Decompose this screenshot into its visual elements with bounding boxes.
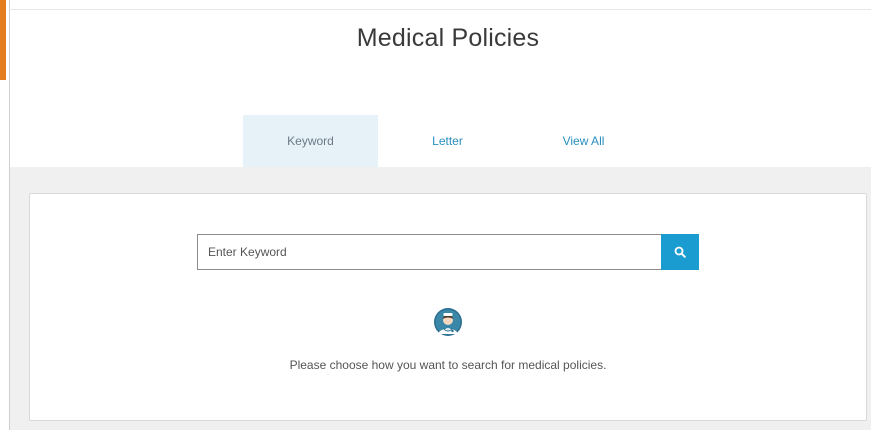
page: Medical Policies Keyword Letter View All bbox=[0, 0, 871, 430]
doctor-avatar-icon bbox=[433, 307, 463, 337]
search-icon bbox=[674, 246, 686, 258]
page-title: Medical Policies bbox=[356, 24, 540, 52]
tab-letter[interactable]: Letter bbox=[380, 115, 515, 167]
search-row bbox=[197, 234, 700, 270]
tab-view-all[interactable]: View All bbox=[516, 115, 651, 167]
search-button[interactable] bbox=[661, 234, 699, 270]
content-area: Please choose how you want to search for… bbox=[10, 167, 871, 430]
keyword-search-input[interactable] bbox=[197, 234, 661, 270]
search-tabs: Keyword Letter View All bbox=[10, 115, 871, 167]
tab-keyword[interactable]: Keyword bbox=[243, 115, 378, 167]
search-panel: Please choose how you want to search for… bbox=[29, 193, 867, 421]
top-border bbox=[9, 9, 871, 10]
search-hint-text: Please choose how you want to search for… bbox=[289, 358, 607, 372]
